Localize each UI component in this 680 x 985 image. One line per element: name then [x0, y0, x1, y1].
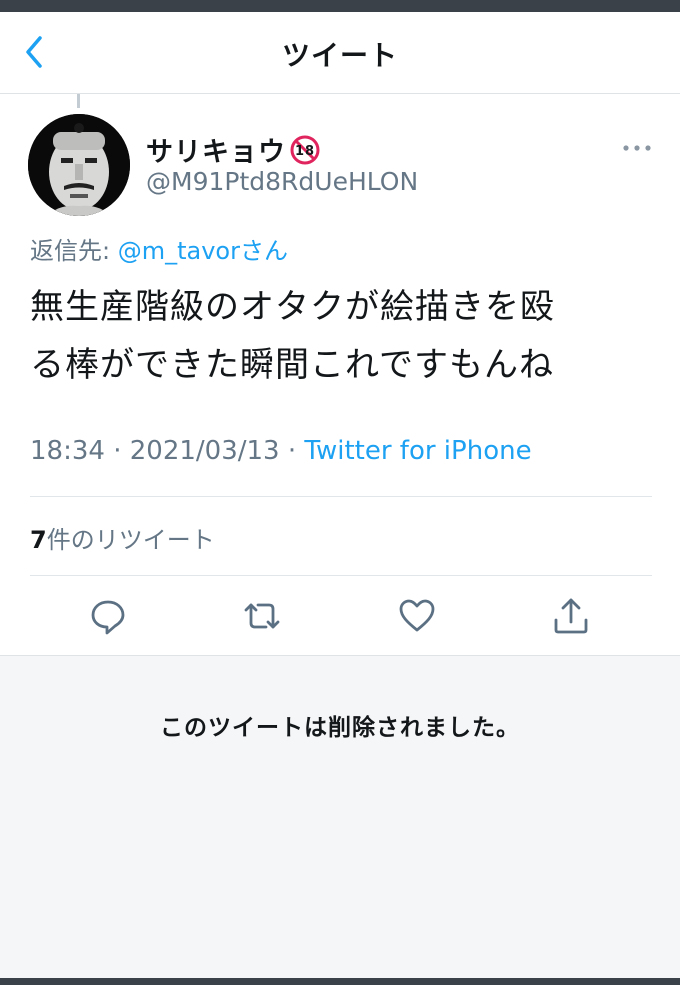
- status-bar: [0, 0, 680, 12]
- retweet-button[interactable]: [242, 596, 282, 636]
- display-name-text: サリキョウ: [146, 137, 286, 168]
- separator-dot: ·: [113, 436, 130, 466]
- reply-button[interactable]: [88, 596, 128, 636]
- like-button[interactable]: [397, 596, 437, 636]
- separator-dot: ·: [287, 436, 305, 466]
- share-icon: [554, 598, 588, 634]
- tweet-text-line: る棒ができた瞬間これですもんね: [30, 345, 554, 385]
- reply-prefix: 返信先:: [30, 237, 118, 265]
- r18-badge-icon: 18: [290, 135, 320, 165]
- tweet-meta: 18:34 · 2021/03/13 · Twitter for iPhone: [30, 436, 532, 466]
- bottom-bar: [0, 978, 680, 985]
- deleted-tweet-notice: このツイートは削除されました。: [160, 715, 520, 741]
- tweet-source-link[interactable]: Twitter for iPhone: [304, 436, 531, 466]
- avatar[interactable]: [28, 114, 130, 216]
- retweet-icon: [244, 603, 280, 629]
- more-options-button[interactable]: [620, 140, 654, 156]
- reply-to-line: 返信先: @m_tavorさん: [30, 231, 288, 266]
- reply-icon: [91, 600, 125, 635]
- navigation-bar: ツイート: [0, 12, 680, 94]
- page-title: ツイート: [281, 39, 398, 72]
- divider: [30, 575, 652, 576]
- display-name[interactable]: サリキョウ 18: [146, 130, 320, 169]
- thread-connector: [77, 94, 80, 108]
- reply-suffix: さん: [239, 237, 288, 265]
- retweet-count: 7: [30, 526, 47, 554]
- divider: [30, 496, 652, 497]
- retweet-label: 件のリツイート: [46, 526, 215, 554]
- tweet-text-line: 無生産階級のオタクが絵描きを殴: [30, 287, 555, 327]
- reply-mention-link[interactable]: @m_tavor: [118, 237, 240, 265]
- tweet-date: 2021/03/13: [129, 436, 280, 466]
- share-button[interactable]: [551, 596, 591, 636]
- tweet-text: 無生産階級のオタクが絵描きを殴 る棒ができた瞬間これですもんね: [30, 278, 650, 394]
- heart-icon: [399, 599, 435, 632]
- svg-text:18: 18: [295, 144, 315, 159]
- more-icon: [623, 145, 651, 151]
- tweet-time: 18:34: [30, 436, 105, 466]
- retweet-count-link[interactable]: 7件のリツイート: [30, 520, 215, 555]
- avatar-illustration: [28, 114, 130, 216]
- action-bar: [0, 596, 680, 644]
- deleted-tweet-panel: このツイートは削除されました。: [0, 655, 680, 979]
- user-handle[interactable]: @M91Ptd8RdUeHLON: [146, 167, 418, 196]
